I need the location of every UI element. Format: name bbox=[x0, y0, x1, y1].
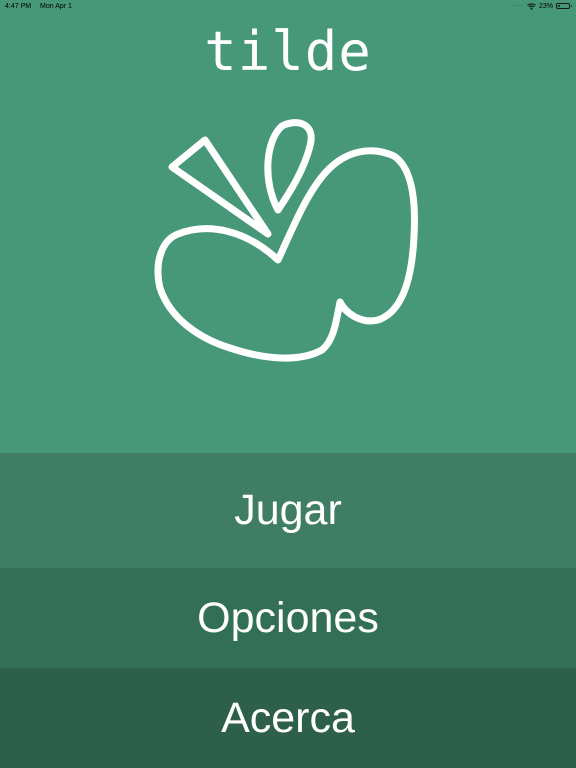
signal-icon: ····· bbox=[511, 3, 524, 9]
about-button[interactable]: Acerca bbox=[0, 668, 576, 768]
options-button-label: Opciones bbox=[197, 593, 379, 642]
status-left: 4:47 PM Mon Apr 1 bbox=[5, 3, 79, 10]
apple-outline-icon bbox=[154, 119, 418, 362]
battery-fill bbox=[558, 5, 561, 7]
options-button[interactable]: Opciones bbox=[0, 568, 576, 668]
main-menu: Jugar Opciones Acerca bbox=[0, 453, 576, 768]
status-time: 4:47 PM bbox=[5, 2, 32, 10]
app-screen: 4:47 PM Mon Apr 1 ····· 23% tilde Jugar … bbox=[0, 0, 576, 768]
status-date: Mon Apr 1 bbox=[40, 2, 72, 10]
battery-icon bbox=[556, 3, 572, 9]
play-button[interactable]: Jugar bbox=[0, 453, 576, 568]
battery-percent: 23% bbox=[538, 2, 553, 10]
status-bar: 4:47 PM Mon Apr 1 ····· 23% bbox=[0, 0, 576, 12]
play-button-label: Jugar bbox=[234, 486, 342, 534]
wifi-icon bbox=[527, 2, 536, 10]
app-title: tilde bbox=[204, 20, 372, 83]
status-right: ····· 23% bbox=[511, 2, 572, 10]
about-button-label: Acerca bbox=[221, 693, 355, 742]
